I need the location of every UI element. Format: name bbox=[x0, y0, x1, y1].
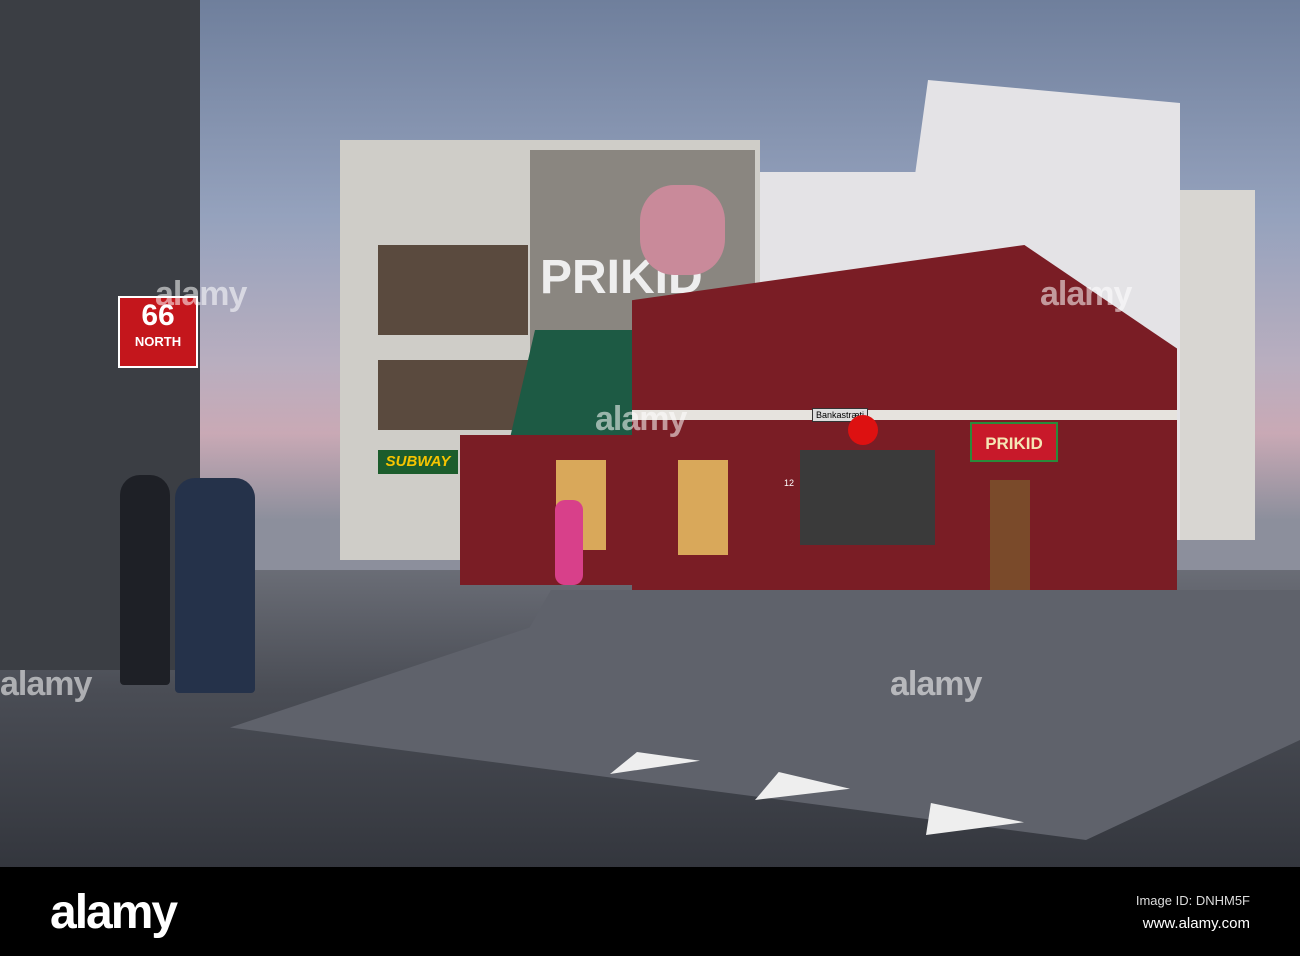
watermark: alamy bbox=[1040, 275, 1132, 313]
image-id: Image ID: DNHM5F bbox=[1135, 893, 1250, 908]
alamy-logo: alamy bbox=[50, 886, 178, 939]
shop-window bbox=[800, 450, 935, 545]
pedestrian bbox=[555, 500, 583, 585]
watermark: alamy bbox=[155, 275, 247, 313]
mural-figure bbox=[640, 185, 725, 275]
watermark: alamy bbox=[890, 665, 982, 703]
no-entry-sign bbox=[848, 415, 878, 445]
prikid-sign: PRIKID bbox=[970, 422, 1058, 462]
side-building bbox=[1180, 190, 1255, 540]
sign-label: NORTH bbox=[134, 334, 182, 349]
street-photo: 66 NORTH PRIKID SUBWAY Bankastræti PRIKI… bbox=[0, 0, 1300, 867]
pedestrian bbox=[120, 475, 170, 685]
windows bbox=[378, 245, 528, 335]
footer-bar: alamy Image ID: DNHM5F www.alamy.com bbox=[0, 867, 1300, 956]
trim bbox=[632, 410, 1177, 420]
red-building-lower-left bbox=[460, 435, 640, 585]
door bbox=[990, 480, 1030, 590]
site-link[interactable]: www.alamy.com bbox=[1143, 915, 1250, 932]
watermark: alamy bbox=[0, 665, 92, 703]
house-number: 12 bbox=[784, 478, 795, 488]
windows bbox=[378, 360, 528, 430]
watermark: alamy bbox=[595, 400, 687, 438]
subway-sign: SUBWAY bbox=[378, 450, 458, 474]
pedestrian bbox=[175, 478, 255, 693]
shop-window bbox=[678, 460, 728, 555]
